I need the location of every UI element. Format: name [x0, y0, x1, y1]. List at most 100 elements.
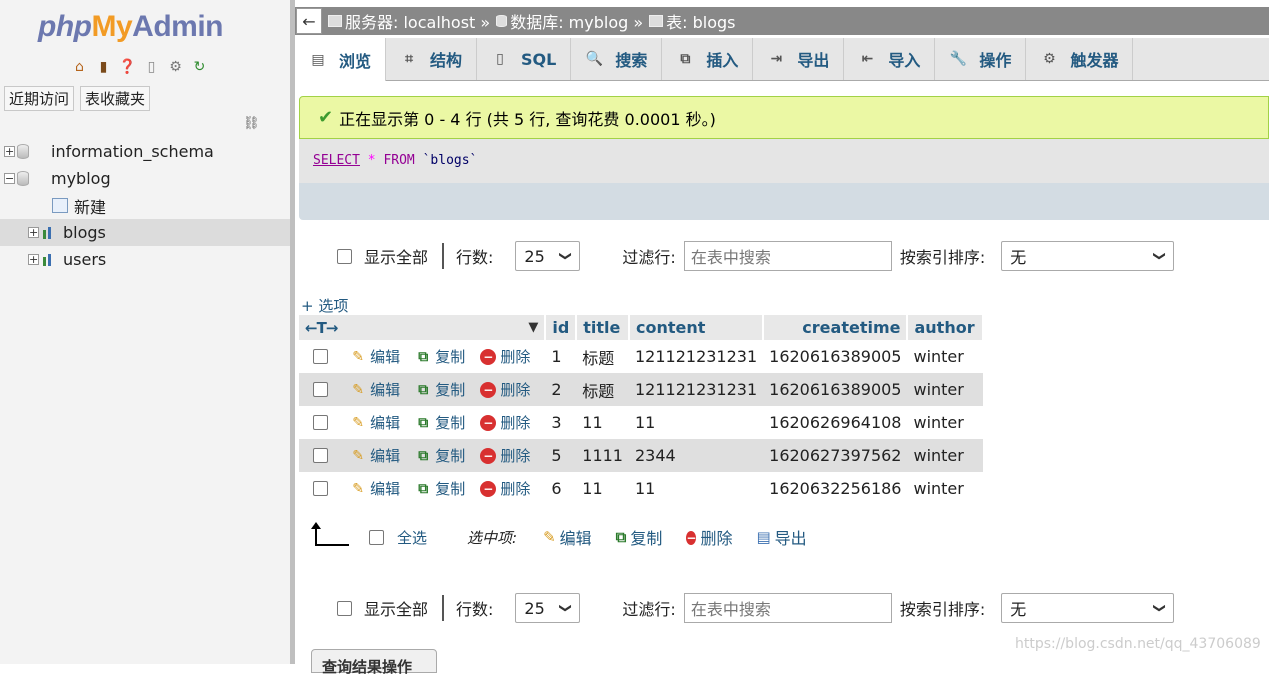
column-header-id[interactable]: id — [545, 315, 578, 340]
cell-id[interactable]: 6 — [545, 472, 577, 505]
reload-icon[interactable]: ↻ — [190, 57, 209, 76]
row-checkbox[interactable] — [313, 414, 328, 430]
logout-icon[interactable]: ▮ — [94, 57, 113, 76]
cell-content[interactable]: 121121231231 — [628, 373, 764, 406]
row-checkbox[interactable] — [313, 480, 328, 496]
cell-content[interactable]: 11 — [628, 406, 764, 439]
edit-button[interactable]: ✎ 编辑 — [349, 445, 400, 466]
docs-icon[interactable]: ▯ — [142, 57, 161, 76]
tab-operations[interactable]: 🔧 操作 — [935, 38, 1027, 80]
tree-item-blogs[interactable]: + blogs — [0, 219, 290, 246]
bulk-copy-button[interactable]: ⧉ 复制 — [616, 525, 663, 549]
breadcrumb-database[interactable]: 数据库: myblog » — [496, 9, 643, 33]
delete-button[interactable]: − 删除 — [479, 478, 530, 499]
tab-browse[interactable]: ▤ 浏览 — [295, 38, 387, 81]
cell-id[interactable]: 1 — [545, 340, 577, 373]
filter-rows-input[interactable]: 在表中搜索 — [683, 241, 892, 271]
column-header-author[interactable]: author — [907, 315, 985, 340]
expand-icon[interactable]: + — [4, 146, 15, 157]
row-checkbox[interactable] — [313, 348, 328, 364]
query-results-operations[interactable]: 查询结果操作 — [311, 649, 437, 676]
copy-button[interactable]: ⧉ 复制 — [414, 412, 465, 433]
cell-createtime[interactable]: 1620626964108 — [763, 406, 908, 439]
cell-content[interactable]: 121121231231 — [628, 340, 764, 373]
gear-icon[interactable]: ⚙ — [166, 57, 185, 76]
show-all-checkbox[interactable] — [337, 248, 352, 264]
delete-button[interactable]: − 删除 — [479, 445, 530, 466]
cell-content[interactable]: 2344 — [628, 439, 764, 472]
edit-button[interactable]: ✎ 编辑 — [349, 412, 400, 433]
breadcrumb-table[interactable]: 表: blogs — [649, 9, 736, 33]
cell-title[interactable]: 11 — [576, 472, 629, 505]
phpmyadmin-logo[interactable]: phpMyAdmin — [38, 10, 223, 44]
tab-search[interactable]: 🔍 搜索 — [571, 38, 663, 80]
cell-id[interactable]: 5 — [545, 439, 577, 472]
tab-structure[interactable]: ⌗ 结构 — [386, 38, 478, 80]
tree-item-information-schema[interactable]: + information_schema — [0, 138, 290, 165]
filter-rows-input[interactable]: 在表中搜索 — [683, 593, 892, 623]
cell-createtime[interactable]: 1620616389005 — [763, 373, 908, 406]
tree-item-myblog[interactable]: − myblog — [0, 165, 290, 192]
panel-resize-handle[interactable] — [290, 0, 295, 664]
tree-item-new[interactable]: 新建 — [0, 192, 290, 219]
rows-select[interactable]: 25 ❯ — [515, 241, 581, 271]
column-arrows-icon[interactable]: ←T→ — [305, 319, 338, 337]
delete-button[interactable]: − 删除 — [479, 412, 530, 433]
cell-title[interactable]: 11 — [576, 406, 629, 439]
cell-content[interactable]: 11 — [628, 472, 764, 505]
sort-by-key-select[interactable]: 无 ❯ — [1001, 241, 1175, 271]
tree-item-users[interactable]: + users — [0, 246, 290, 273]
breadcrumb-server[interactable]: 服务器: localhost » — [328, 9, 490, 33]
expand-icon[interactable]: + — [28, 254, 39, 265]
show-all-checkbox[interactable] — [337, 600, 352, 616]
tab-import[interactable]: ⇤ 导入 — [844, 38, 936, 80]
edit-button[interactable]: ✎ 编辑 — [349, 478, 400, 499]
favorites-tab[interactable]: 表收藏夹 — [80, 86, 151, 111]
copy-button[interactable]: ⧉ 复制 — [414, 445, 465, 466]
cell-author[interactable]: winter — [907, 406, 984, 439]
cell-id[interactable]: 2 — [545, 373, 577, 406]
cell-id[interactable]: 3 — [545, 406, 577, 439]
cell-createtime[interactable]: 1620627397562 — [763, 439, 908, 472]
help-icon[interactable]: ❓ — [118, 57, 137, 76]
select-all-checkbox[interactable] — [369, 529, 384, 545]
column-header-content[interactable]: content — [628, 315, 765, 340]
tab-triggers[interactable]: ⚙ 触发器 — [1026, 38, 1134, 80]
tab-insert[interactable]: ⧉ 插入 — [662, 38, 754, 80]
expand-icon[interactable]: + — [28, 227, 39, 238]
column-header-title[interactable]: title — [576, 315, 630, 340]
row-checkbox[interactable] — [313, 381, 328, 397]
copy-button[interactable]: ⧉ 复制 — [414, 478, 465, 499]
cell-createtime[interactable]: 1620616389005 — [763, 340, 908, 373]
link-icon[interactable]: ⛓ — [243, 116, 260, 131]
delete-button[interactable]: − 删除 — [479, 379, 530, 400]
bulk-export-button[interactable]: ▤ 导出 — [756, 525, 806, 549]
recent-tab[interactable]: 近期访问 — [4, 86, 75, 111]
column-header-createtime[interactable]: createtime — [763, 315, 909, 340]
home-icon[interactable]: ⌂ — [70, 57, 89, 76]
bulk-delete-button[interactable]: − 删除 — [686, 525, 732, 549]
chevron-down-icon[interactable]: ▼ — [528, 320, 538, 335]
tab-export[interactable]: ⇥ 导出 — [753, 38, 845, 80]
edit-button[interactable]: ✎ 编辑 — [349, 346, 400, 367]
cell-title[interactable]: 1111 — [576, 439, 629, 472]
cell-author[interactable]: winter — [907, 373, 984, 406]
cell-author[interactable]: winter — [907, 439, 984, 472]
collapse-nav-button[interactable]: ← — [296, 8, 322, 34]
copy-button[interactable]: ⧉ 复制 — [414, 379, 465, 400]
options-link[interactable]: + 选项 — [301, 295, 348, 316]
edit-button[interactable]: ✎ 编辑 — [349, 379, 400, 400]
delete-button[interactable]: − 删除 — [479, 346, 530, 367]
rows-select[interactable]: 25 ❯ — [515, 593, 581, 623]
cell-author[interactable]: winter — [907, 340, 984, 373]
row-checkbox[interactable] — [313, 447, 328, 463]
bulk-edit-button[interactable]: ✎ 编辑 — [543, 525, 592, 549]
tab-sql[interactable]: ▯ SQL — [477, 38, 572, 80]
sort-by-key-select[interactable]: 无 ❯ — [1001, 593, 1175, 623]
copy-button[interactable]: ⧉ 复制 — [414, 346, 465, 367]
cell-title[interactable]: 标题 — [576, 373, 629, 406]
select-all-label[interactable]: 全选 — [397, 527, 427, 548]
cell-createtime[interactable]: 1620632256186 — [763, 472, 908, 505]
collapse-icon[interactable]: − — [4, 173, 15, 184]
cell-title[interactable]: 标题 — [576, 340, 629, 373]
